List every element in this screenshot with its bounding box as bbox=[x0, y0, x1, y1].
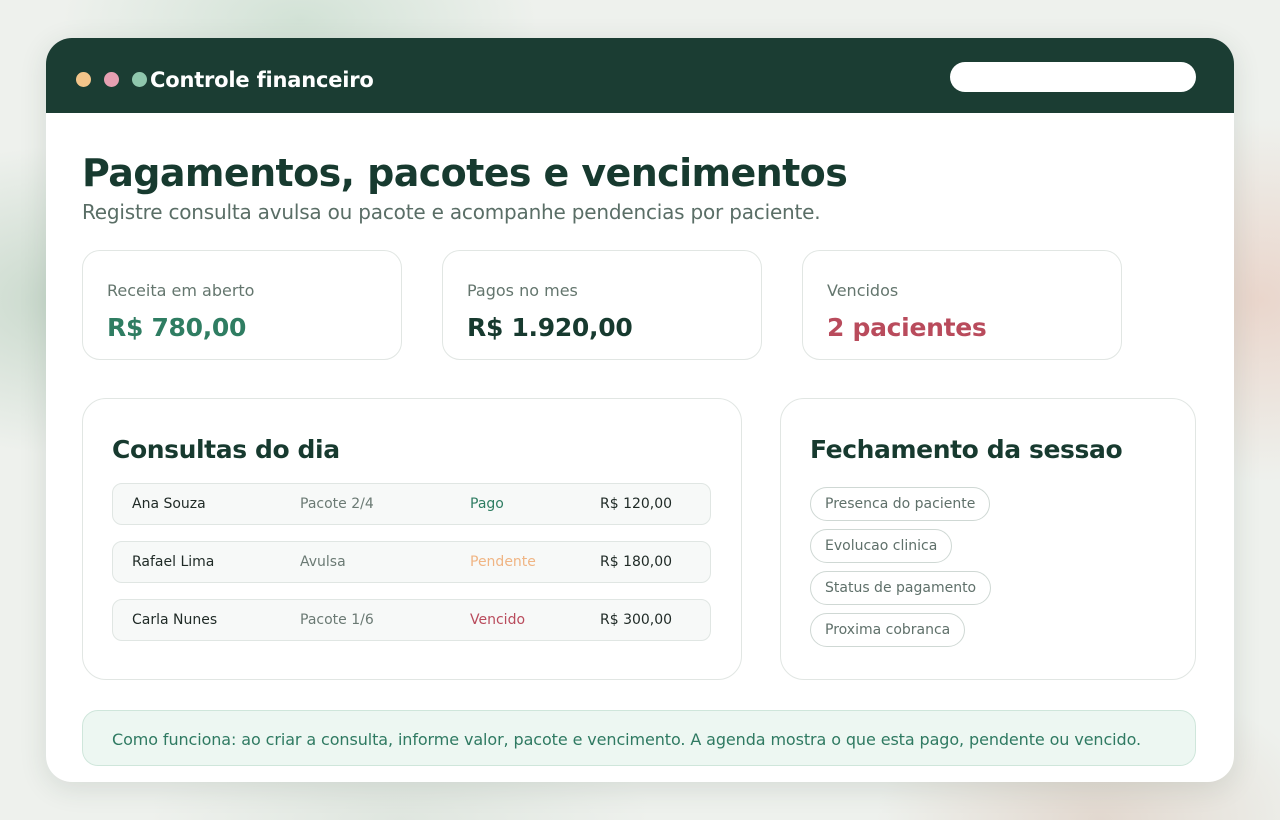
table-row[interactable]: Ana Souza Pacote 2/4 Pago R$ 120,00 bbox=[112, 483, 711, 525]
stat-label: Pagos no mes bbox=[467, 281, 578, 300]
chip-proxima-cobranca[interactable]: Proxima cobranca bbox=[810, 613, 966, 647]
consultas-title: Consultas do dia bbox=[112, 435, 340, 464]
stat-value: R$ 780,00 bbox=[107, 313, 247, 342]
stat-card-receita-em-aberto: Receita em aberto R$ 780,00 bbox=[82, 250, 402, 360]
stat-value: R$ 1.920,00 bbox=[467, 313, 633, 342]
stat-card-pagos-no-mes: Pagos no mes R$ 1.920,00 bbox=[442, 250, 762, 360]
fechamento-panel: Fechamento da sessao Presenca do pacient… bbox=[780, 398, 1196, 680]
patient-name: Ana Souza bbox=[132, 496, 206, 512]
chip-evolucao-clinica[interactable]: Evolucao clinica bbox=[810, 529, 953, 563]
search-input[interactable] bbox=[950, 62, 1196, 92]
app-window: Controle financeiro Pagamentos, pacotes … bbox=[46, 38, 1234, 782]
window-dot-pink[interactable] bbox=[104, 72, 119, 87]
stat-label: Vencidos bbox=[827, 281, 899, 300]
consultation-value: R$ 180,00 bbox=[600, 554, 673, 570]
patient-name: Rafael Lima bbox=[132, 554, 215, 570]
chip-presenca-do-paciente[interactable]: Presenca do paciente bbox=[810, 487, 991, 521]
fechamento-title: Fechamento da sessao bbox=[810, 435, 1123, 464]
titlebar: Controle financeiro bbox=[46, 38, 1234, 113]
consultas-panel: Consultas do dia Ana Souza Pacote 2/4 Pa… bbox=[82, 398, 742, 680]
consultation-value: R$ 300,00 bbox=[600, 612, 673, 628]
table-row[interactable]: Rafael Lima Avulsa Pendente R$ 180,00 bbox=[112, 541, 711, 583]
page-title: Pagamentos, pacotes e vencimentos bbox=[82, 151, 848, 195]
info-text: Como funciona: ao criar a consulta, info… bbox=[112, 730, 1141, 749]
payment-status: Pendente bbox=[470, 554, 536, 570]
stat-value: 2 pacientes bbox=[827, 313, 987, 342]
patient-name: Carla Nunes bbox=[132, 612, 218, 628]
chip-status-de-pagamento[interactable]: Status de pagamento bbox=[810, 571, 992, 605]
info-banner: Como funciona: ao criar a consulta, info… bbox=[82, 710, 1196, 766]
consultation-type: Pacote 1/6 bbox=[300, 612, 374, 628]
consultation-type: Avulsa bbox=[300, 554, 346, 570]
table-row[interactable]: Carla Nunes Pacote 1/6 Vencido R$ 300,00 bbox=[112, 599, 711, 641]
page-subtitle: Registre consulta avulsa ou pacote e aco… bbox=[82, 200, 821, 224]
app-title: Controle financeiro bbox=[150, 68, 374, 92]
window-dot-yellow[interactable] bbox=[76, 72, 91, 87]
stat-label: Receita em aberto bbox=[107, 281, 255, 300]
consultation-type: Pacote 2/4 bbox=[300, 496, 374, 512]
payment-status: Pago bbox=[470, 496, 504, 512]
stat-card-vencidos: Vencidos 2 pacientes bbox=[802, 250, 1122, 360]
consultation-value: R$ 120,00 bbox=[600, 496, 673, 512]
window-dot-green[interactable] bbox=[132, 72, 147, 87]
payment-status: Vencido bbox=[470, 612, 526, 628]
